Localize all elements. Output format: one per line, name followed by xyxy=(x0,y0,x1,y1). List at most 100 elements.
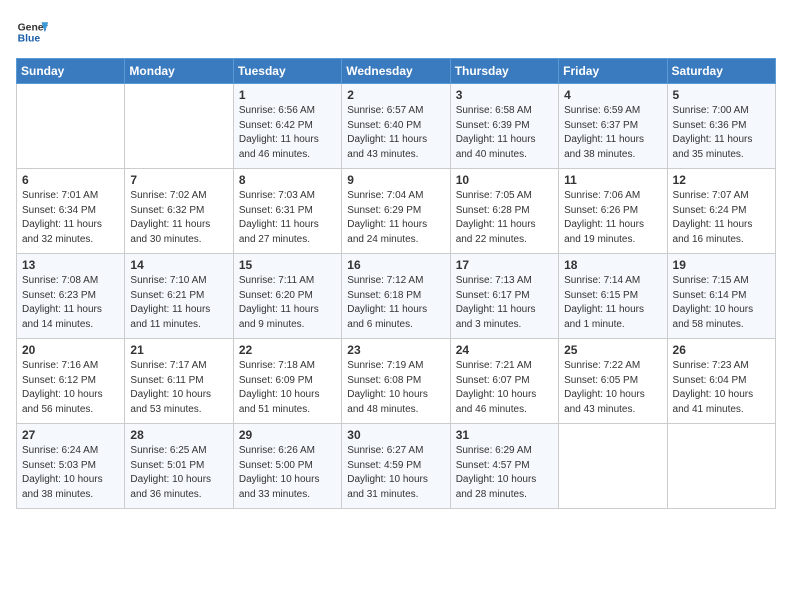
day-number: 11 xyxy=(564,173,661,187)
header-day-sunday: Sunday xyxy=(17,59,125,84)
day-info: Sunrise: 7:10 AMSunset: 6:21 PMDaylight:… xyxy=(130,274,227,332)
day-info: Sunrise: 7:04 AMSunset: 6:29 PMDaylight:… xyxy=(347,189,444,247)
day-number: 31 xyxy=(456,428,553,442)
header-day-friday: Friday xyxy=(559,59,667,84)
day-info: Sunrise: 7:06 AMSunset: 6:26 PMDaylight:… xyxy=(564,189,661,247)
calendar-cell xyxy=(559,424,667,509)
calendar-week-row: 1 Sunrise: 6:56 AMSunset: 6:42 PMDaylight… xyxy=(17,84,776,169)
day-info: Sunrise: 7:05 AMSunset: 6:28 PMDaylight:… xyxy=(456,189,553,247)
day-info: Sunrise: 6:29 AMSunset: 4:57 PMDaylight:… xyxy=(456,444,553,502)
day-number: 2 xyxy=(347,88,444,102)
calendar-week-row: 27 Sunrise: 6:24 AMSunset: 5:03 PMDayligh… xyxy=(17,424,776,509)
calendar-cell: 16 Sunrise: 7:12 AMSunset: 6:18 PMDayligh… xyxy=(342,254,450,339)
day-number: 7 xyxy=(130,173,227,187)
header-day-thursday: Thursday xyxy=(450,59,558,84)
day-number: 27 xyxy=(22,428,119,442)
header-day-wednesday: Wednesday xyxy=(342,59,450,84)
calendar-cell: 9 Sunrise: 7:04 AMSunset: 6:29 PMDaylight… xyxy=(342,169,450,254)
calendar-cell: 17Sunrise: 7:13 AMSunset: 6:17 PMDayligh… xyxy=(450,254,558,339)
header-day-tuesday: Tuesday xyxy=(233,59,341,84)
calendar-cell: 10 Sunrise: 7:05 AMSunset: 6:28 PMDayligh… xyxy=(450,169,558,254)
day-info: Sunrise: 7:08 AMSunset: 6:23 PMDaylight:… xyxy=(22,274,119,332)
day-info: Sunrise: 7:13 AMSunset: 6:17 PMDaylight:… xyxy=(456,274,553,332)
day-info: Sunrise: 7:00 AMSunset: 6:36 PMDaylight:… xyxy=(673,104,770,162)
day-number: 19 xyxy=(673,258,770,272)
day-info: Sunrise: 6:26 AMSunset: 5:00 PMDaylight:… xyxy=(239,444,336,502)
day-info: Sunrise: 6:59 AMSunset: 6:37 PMDaylight:… xyxy=(564,104,661,162)
day-info: Sunrise: 7:18 AMSunset: 6:09 PMDaylight:… xyxy=(239,359,336,417)
day-number: 1 xyxy=(239,88,336,102)
calendar-cell: 6 Sunrise: 7:01 AMSunset: 6:34 PMDaylight… xyxy=(17,169,125,254)
day-number: 3 xyxy=(456,88,553,102)
day-number: 23 xyxy=(347,343,444,357)
header-day-saturday: Saturday xyxy=(667,59,775,84)
day-number: 5 xyxy=(673,88,770,102)
calendar-week-row: 20 Sunrise: 7:16 AMSunset: 6:12 PMDayligh… xyxy=(17,339,776,424)
calendar-cell: 8Sunrise: 7:03 AMSunset: 6:31 PMDaylight… xyxy=(233,169,341,254)
day-number: 13 xyxy=(22,258,119,272)
calendar-week-row: 13 Sunrise: 7:08 AMSunset: 6:23 PMDayligh… xyxy=(17,254,776,339)
calendar-cell: 14 Sunrise: 7:10 AMSunset: 6:21 PMDayligh… xyxy=(125,254,233,339)
calendar-cell: 22 Sunrise: 7:18 AMSunset: 6:09 PMDayligh… xyxy=(233,339,341,424)
day-info: Sunrise: 7:01 AMSunset: 6:34 PMDaylight:… xyxy=(22,189,119,247)
calendar-cell: 7Sunrise: 7:02 AMSunset: 6:32 PMDaylight… xyxy=(125,169,233,254)
day-number: 20 xyxy=(22,343,119,357)
svg-text:Blue: Blue xyxy=(18,34,41,45)
logo-icon: General Blue xyxy=(16,16,48,48)
calendar-cell: 21Sunrise: 7:17 AMSunset: 6:11 PMDayligh… xyxy=(125,339,233,424)
day-number: 18 xyxy=(564,258,661,272)
day-info: Sunrise: 6:58 AMSunset: 6:39 PMDaylight:… xyxy=(456,104,553,162)
day-number: 6 xyxy=(22,173,119,187)
day-info: Sunrise: 7:07 AMSunset: 6:24 PMDaylight:… xyxy=(673,189,770,247)
calendar-cell: 12 Sunrise: 7:07 AMSunset: 6:24 PMDayligh… xyxy=(667,169,775,254)
calendar-cell xyxy=(17,84,125,169)
page-header: General Blue xyxy=(16,16,776,48)
calendar-cell: 27 Sunrise: 6:24 AMSunset: 5:03 PMDayligh… xyxy=(17,424,125,509)
header-day-monday: Monday xyxy=(125,59,233,84)
calendar-cell: 3 Sunrise: 6:58 AMSunset: 6:39 PMDaylight… xyxy=(450,84,558,169)
day-info: Sunrise: 7:22 AMSunset: 6:05 PMDaylight:… xyxy=(564,359,661,417)
day-info: Sunrise: 6:24 AMSunset: 5:03 PMDaylight:… xyxy=(22,444,119,502)
day-info: Sunrise: 7:12 AMSunset: 6:18 PMDaylight:… xyxy=(347,274,444,332)
calendar-cell: 29 Sunrise: 6:26 AMSunset: 5:00 PMDayligh… xyxy=(233,424,341,509)
day-number: 12 xyxy=(673,173,770,187)
calendar-cell: 28 Sunrise: 6:25 AMSunset: 5:01 PMDayligh… xyxy=(125,424,233,509)
logo: General Blue xyxy=(16,16,52,48)
calendar-cell: 11 Sunrise: 7:06 AMSunset: 6:26 PMDayligh… xyxy=(559,169,667,254)
calendar-cell: 25 Sunrise: 7:22 AMSunset: 6:05 PMDayligh… xyxy=(559,339,667,424)
calendar-cell: 31 Sunrise: 6:29 AMSunset: 4:57 PMDayligh… xyxy=(450,424,558,509)
day-number: 4 xyxy=(564,88,661,102)
calendar-cell: 4 Sunrise: 6:59 AMSunset: 6:37 PMDaylight… xyxy=(559,84,667,169)
day-info: Sunrise: 7:21 AMSunset: 6:07 PMDaylight:… xyxy=(456,359,553,417)
day-number: 30 xyxy=(347,428,444,442)
day-number: 22 xyxy=(239,343,336,357)
day-info: Sunrise: 7:23 AMSunset: 6:04 PMDaylight:… xyxy=(673,359,770,417)
day-info: Sunrise: 7:03 AMSunset: 6:31 PMDaylight:… xyxy=(239,189,336,247)
day-number: 25 xyxy=(564,343,661,357)
day-info: Sunrise: 7:14 AMSunset: 6:15 PMDaylight:… xyxy=(564,274,661,332)
day-info: Sunrise: 6:27 AMSunset: 4:59 PMDaylight:… xyxy=(347,444,444,502)
day-number: 21 xyxy=(130,343,227,357)
day-number: 16 xyxy=(347,258,444,272)
calendar-cell: 5 Sunrise: 7:00 AMSunset: 6:36 PMDaylight… xyxy=(667,84,775,169)
day-number: 9 xyxy=(347,173,444,187)
calendar-cell: 2 Sunrise: 6:57 AMSunset: 6:40 PMDaylight… xyxy=(342,84,450,169)
calendar-cell: 23Sunrise: 7:19 AMSunset: 6:08 PMDayligh… xyxy=(342,339,450,424)
day-number: 14 xyxy=(130,258,227,272)
day-info: Sunrise: 7:16 AMSunset: 6:12 PMDaylight:… xyxy=(22,359,119,417)
day-number: 29 xyxy=(239,428,336,442)
day-info: Sunrise: 6:25 AMSunset: 5:01 PMDaylight:… xyxy=(130,444,227,502)
day-info: Sunrise: 6:56 AMSunset: 6:42 PMDaylight:… xyxy=(239,104,336,162)
day-number: 10 xyxy=(456,173,553,187)
day-info: Sunrise: 7:15 AMSunset: 6:14 PMDaylight:… xyxy=(673,274,770,332)
calendar-cell: 30 Sunrise: 6:27 AMSunset: 4:59 PMDayligh… xyxy=(342,424,450,509)
calendar-cell: 19 Sunrise: 7:15 AMSunset: 6:14 PMDayligh… xyxy=(667,254,775,339)
calendar-cell: 15Sunrise: 7:11 AMSunset: 6:20 PMDayligh… xyxy=(233,254,341,339)
calendar-cell: 20 Sunrise: 7:16 AMSunset: 6:12 PMDayligh… xyxy=(17,339,125,424)
calendar-week-row: 6 Sunrise: 7:01 AMSunset: 6:34 PMDaylight… xyxy=(17,169,776,254)
calendar-cell xyxy=(667,424,775,509)
day-info: Sunrise: 6:57 AMSunset: 6:40 PMDaylight:… xyxy=(347,104,444,162)
day-number: 24 xyxy=(456,343,553,357)
day-number: 28 xyxy=(130,428,227,442)
calendar-cell: 24 Sunrise: 7:21 AMSunset: 6:07 PMDayligh… xyxy=(450,339,558,424)
